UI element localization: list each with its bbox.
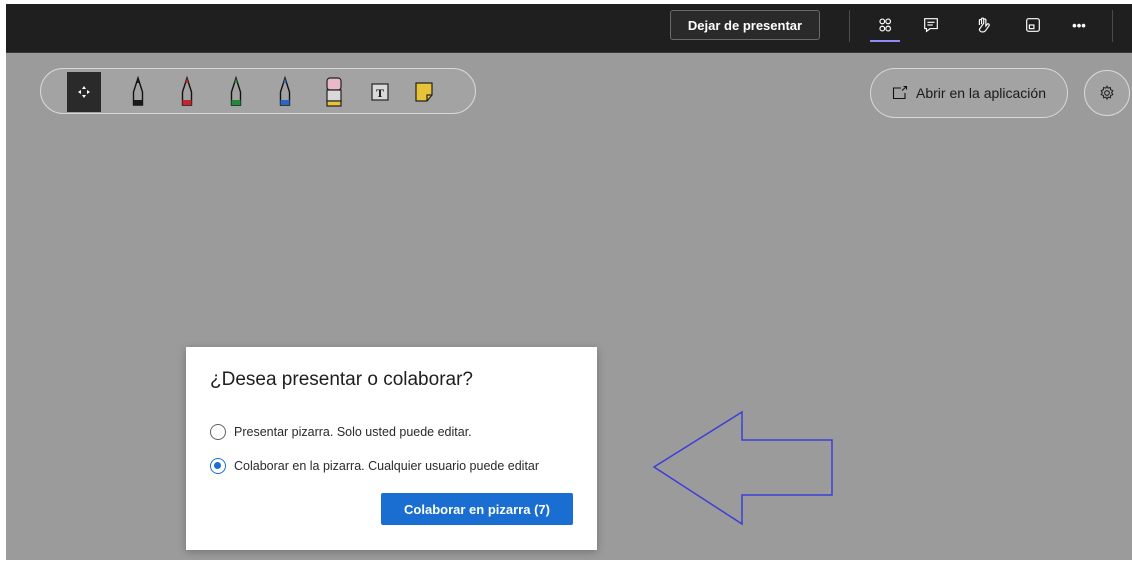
red-pen[interactable]: [170, 72, 204, 112]
text-box-icon: T: [371, 83, 389, 101]
collaborate-option-label: Colaborar en la pizarra. Cualquier usuar…: [234, 459, 540, 473]
present-or-collaborate-dialog: ¿Desea presentar o colaborar? Presentar …: [186, 347, 597, 550]
blue-pen[interactable]: [268, 72, 302, 112]
radio-collaborate[interactable]: [210, 458, 226, 474]
open-in-app-label: Abrir en la aplicación: [916, 85, 1046, 101]
pen-icon: [279, 75, 291, 106]
collaborate-button[interactable]: Colaborar en pizarra (7): [381, 493, 573, 525]
inking-toolbar: T: [40, 68, 476, 114]
eraser-icon: [326, 77, 342, 107]
active-tab-indicator: [870, 40, 900, 42]
toolbar-divider: [1112, 10, 1113, 42]
settings-button[interactable]: [1084, 70, 1130, 116]
gear-icon: [1100, 85, 1114, 101]
text-tool[interactable]: T: [363, 72, 397, 112]
move-icon: [78, 86, 90, 98]
meeting-top-bar: Dejar de presentar •••: [6, 4, 1132, 53]
annotation-arrow-icon: [652, 410, 833, 526]
more-icon[interactable]: •••: [1064, 12, 1094, 38]
open-in-app-button[interactable]: Abrir en la aplicación: [870, 68, 1068, 118]
stop-presenting-button[interactable]: Dejar de presentar: [670, 10, 820, 40]
open-external-icon: [892, 86, 908, 100]
sticky-note[interactable]: [407, 72, 441, 112]
chat-icon[interactable]: [916, 12, 946, 38]
present-option[interactable]: Presentar pizarra. Solo usted puede edit…: [210, 424, 472, 440]
dialog-title: ¿Desea presentar o colaborar?: [210, 369, 473, 390]
whiteboard-canvas[interactable]: Dejar de presentar ••• T Abrir en la apl…: [6, 4, 1132, 560]
raise-hand-icon[interactable]: [968, 12, 998, 38]
present-option-label: Presentar pizarra. Solo usted puede edit…: [234, 425, 472, 439]
pen-icon: [132, 75, 144, 106]
move-tool[interactable]: [67, 72, 101, 112]
svg-text:T: T: [376, 86, 384, 100]
radio-present[interactable]: [210, 424, 226, 440]
pen-icon: [230, 75, 242, 106]
participants-icon[interactable]: [870, 12, 900, 38]
collaborate-option[interactable]: Colaborar en la pizarra. Cualquier usuar…: [210, 458, 539, 474]
green-pen[interactable]: [219, 72, 253, 112]
toolbar-divider: [849, 10, 850, 42]
pen-icon: [181, 75, 193, 106]
eraser[interactable]: [317, 72, 351, 112]
view-icon[interactable]: [1018, 12, 1048, 38]
black-pen[interactable]: [121, 72, 155, 112]
sticky-note-icon: [415, 82, 433, 102]
